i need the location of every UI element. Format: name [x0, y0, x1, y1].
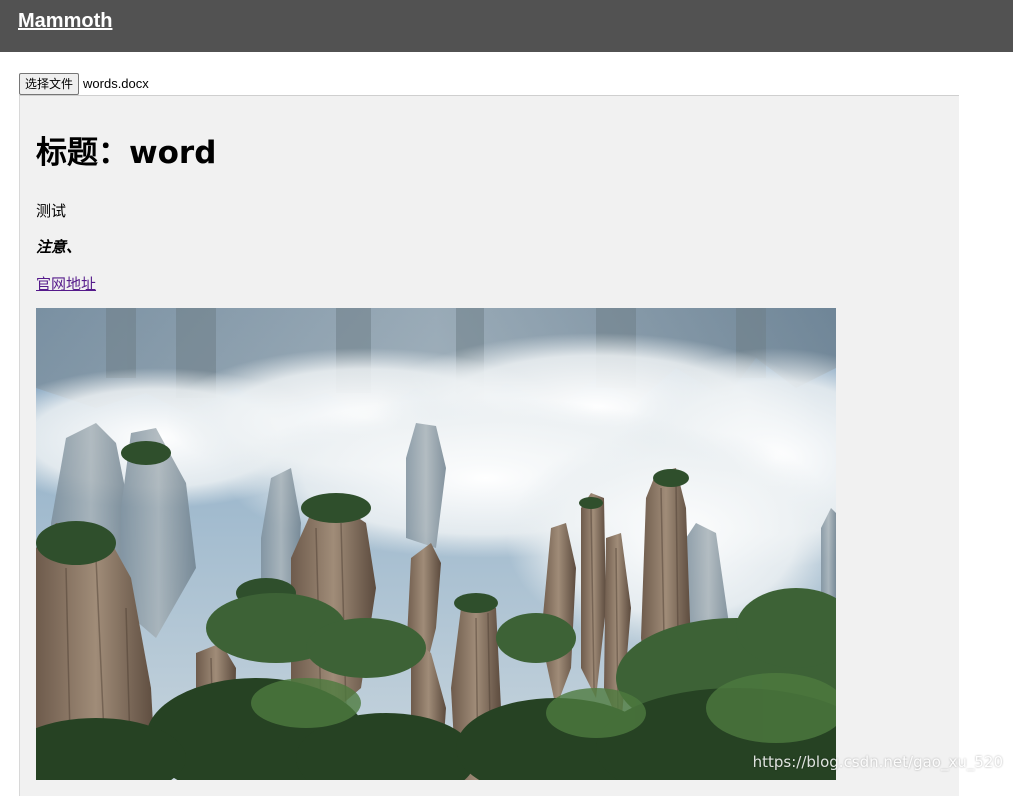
document-output: 标题：word 测试 注意、 官网地址 [19, 95, 959, 796]
selected-file-name: words.docx [83, 76, 149, 91]
top-navbar: Mammoth [0, 0, 1013, 52]
document-paragraph: 测试 [36, 202, 67, 220]
brand-link[interactable]: Mammoth [18, 10, 112, 33]
landscape-image [36, 308, 836, 780]
choose-file-button[interactable]: 选择文件 [19, 72, 80, 95]
watermark-text: https://blog.csdn.net/gao_xu_520 [752, 753, 1003, 771]
document-title: 标题：word [36, 135, 217, 171]
website-link[interactable]: 官网地址 [36, 273, 96, 294]
document-note: 注意、 [36, 238, 82, 256]
file-input-row: 选择文件 words.docx [19, 72, 149, 95]
